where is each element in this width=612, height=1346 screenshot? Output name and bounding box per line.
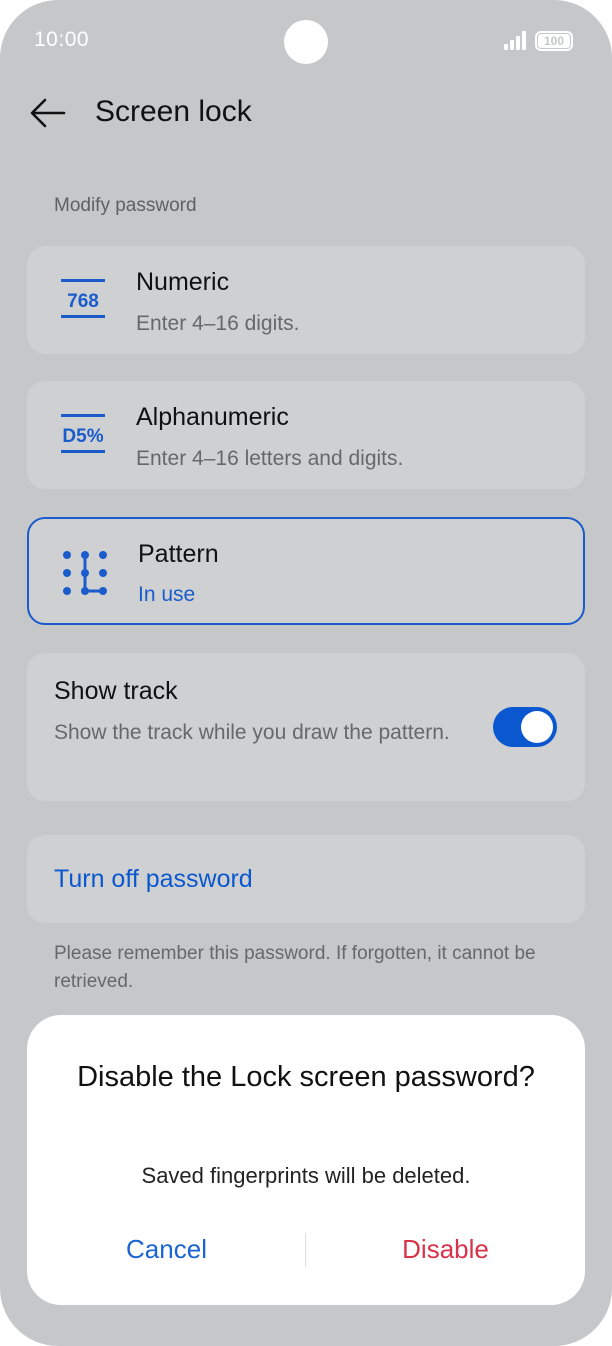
phone-screen: 10:00 100 Screen lock Modify password 76… — [0, 0, 612, 1346]
show-track-title: Show track — [54, 677, 178, 705]
option-title: Alphanumeric — [136, 403, 289, 431]
turn-off-password-label: Turn off password — [54, 865, 253, 893]
dialog-title: Disable the Lock screen password? — [77, 1061, 535, 1093]
alphanumeric-icon: D5% — [57, 411, 109, 462]
option-title: Numeric — [136, 268, 230, 296]
svg-text:768: 768 — [67, 291, 99, 312]
option-alphanumeric[interactable]: D5% Alphanumeric Enter 4–16 letters and … — [27, 381, 585, 489]
show-track-description: Show the track while you draw the patter… — [54, 721, 450, 744]
password-note: Please remember this password. If forgot… — [54, 943, 536, 992]
back-arrow-icon[interactable] — [28, 95, 68, 131]
turn-off-password-button[interactable]: Turn off password — [27, 835, 585, 923]
dialog-message: Saved fingerprints will be deleted. — [141, 1163, 471, 1188]
page-title: Screen lock — [95, 95, 252, 128]
battery-icon: 100 — [535, 31, 573, 51]
front-camera — [284, 20, 328, 64]
disable-button[interactable]: Disable — [306, 1231, 585, 1271]
section-label: Modify password — [54, 195, 197, 216]
option-title: Pattern — [138, 540, 219, 568]
show-track-card: Show track Show the track while you draw… — [27, 653, 585, 801]
signal-icon — [504, 30, 528, 50]
option-subtitle: Enter 4–16 letters and digits. — [136, 447, 404, 470]
option-pattern[interactable]: Pattern In use — [27, 517, 585, 625]
option-numeric[interactable]: 768 Numeric Enter 4–16 digits. — [27, 246, 585, 354]
option-subtitle: Enter 4–16 digits. — [136, 312, 300, 335]
show-track-toggle[interactable] — [493, 707, 557, 747]
toggle-knob — [521, 711, 553, 743]
numeric-icon: 768 — [57, 276, 109, 327]
disable-password-dialog: Disable the Lock screen password? Saved … — [27, 1015, 585, 1305]
battery-level: 100 — [538, 34, 570, 48]
cancel-button[interactable]: Cancel — [27, 1231, 306, 1271]
option-status: In use — [138, 583, 196, 606]
pattern-icon — [59, 547, 111, 604]
status-time: 10:00 — [34, 28, 90, 51]
svg-text:D5%: D5% — [62, 426, 103, 447]
